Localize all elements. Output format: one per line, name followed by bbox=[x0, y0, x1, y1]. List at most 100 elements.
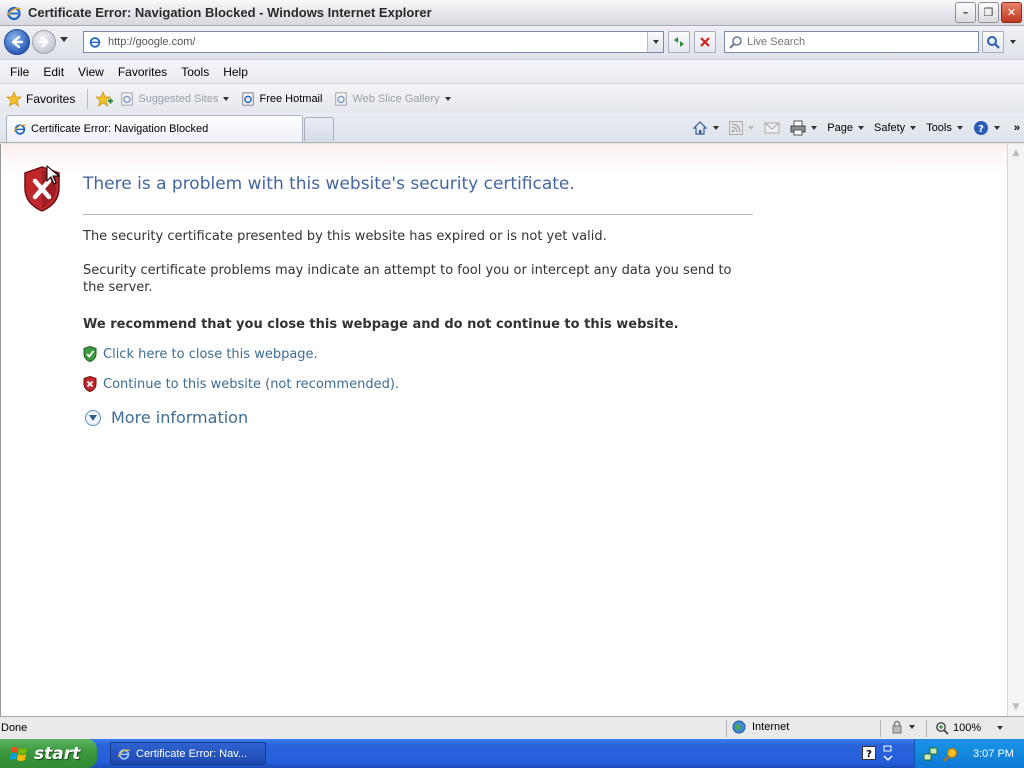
print-button[interactable] bbox=[790, 120, 818, 136]
scroll-down-arrow[interactable]: ▼ bbox=[1011, 702, 1021, 712]
back-button[interactable] bbox=[4, 29, 30, 55]
stop-icon bbox=[700, 37, 710, 47]
address-row bbox=[0, 26, 1024, 59]
zoom-control[interactable]: 100% bbox=[935, 721, 1004, 735]
close-webpage-link-text[interactable]: Click here to close this webpage. bbox=[103, 347, 318, 362]
ie-icon bbox=[6, 6, 22, 20]
close-window-button[interactable]: ✕ bbox=[1001, 2, 1022, 23]
chevron-down-icon bbox=[956, 126, 963, 130]
page-menu-button[interactable]: Page bbox=[827, 122, 864, 134]
red-shield-icon bbox=[83, 376, 97, 392]
status-bar: Done Internet 100% bbox=[0, 716, 1024, 739]
security-zone[interactable]: Internet bbox=[732, 720, 789, 734]
rss-feed-icon bbox=[729, 121, 744, 135]
page-content: There is a problem with this website's s… bbox=[0, 144, 1007, 716]
command-bar: Page Safety Tools ? » bbox=[682, 117, 1020, 139]
menu-view[interactable]: View bbox=[72, 63, 110, 81]
more-commands-button[interactable]: » bbox=[1014, 122, 1020, 134]
url-input[interactable] bbox=[108, 36, 628, 48]
continue-link-text[interactable]: Continue to this website (not recommende… bbox=[103, 377, 399, 392]
read-mail-button[interactable] bbox=[764, 122, 780, 134]
close-webpage-link[interactable]: Click here to close this webpage. bbox=[83, 346, 318, 362]
tools-menu-button[interactable]: Tools bbox=[926, 122, 963, 134]
mail-icon bbox=[764, 122, 780, 134]
chevron-down-icon bbox=[910, 126, 917, 130]
chevron-down-icon bbox=[223, 96, 230, 101]
taskbar-item-ie[interactable]: Certificate Error: Nav... bbox=[110, 742, 266, 765]
menu-help[interactable]: Help bbox=[217, 63, 254, 81]
green-shield-icon bbox=[83, 346, 97, 362]
help-button[interactable]: ? bbox=[973, 120, 1000, 136]
search-box[interactable] bbox=[724, 31, 979, 53]
new-tab-button[interactable] bbox=[304, 117, 334, 141]
scroll-up-arrow[interactable]: ▲ bbox=[1011, 148, 1021, 158]
search-icon bbox=[987, 36, 1000, 49]
restore-button[interactable]: ❐ bbox=[978, 2, 999, 23]
protected-mode-indicator[interactable] bbox=[890, 720, 915, 734]
stop-button[interactable] bbox=[694, 31, 716, 53]
more-information-label: More information bbox=[111, 408, 249, 427]
feeds-button[interactable] bbox=[729, 121, 755, 135]
home-icon bbox=[692, 121, 708, 135]
favorites-button[interactable]: Favorites bbox=[6, 90, 76, 107]
ie-icon bbox=[13, 124, 27, 135]
back-arrow-icon bbox=[11, 35, 24, 49]
windows-logo-icon bbox=[10, 746, 27, 761]
search-options-dropdown[interactable] bbox=[1007, 31, 1019, 53]
favorites-link-suggested-sites[interactable]: Suggested Sites bbox=[120, 91, 230, 106]
zone-label: Internet bbox=[752, 721, 790, 733]
chevron-down-icon bbox=[909, 725, 915, 729]
minimize-button[interactable]: – bbox=[955, 2, 976, 23]
tab-certificate-error[interactable]: Certificate Error: Navigation Blocked bbox=[6, 115, 303, 142]
ie-icon bbox=[117, 748, 131, 760]
forward-button[interactable] bbox=[32, 30, 56, 54]
favorites-link-web-slice-gallery[interactable]: Web Slice Gallery bbox=[334, 91, 451, 106]
chevron-down-icon bbox=[652, 40, 659, 44]
message-paragraph-2: Security certificate problems may indica… bbox=[83, 263, 732, 295]
menu-favorites[interactable]: Favorites bbox=[112, 63, 173, 81]
chevron-down-icon bbox=[997, 726, 1004, 730]
title-bar: Certificate Error: Navigation Blocked - … bbox=[0, 0, 1024, 26]
refresh-icon bbox=[674, 37, 684, 47]
address-bar[interactable] bbox=[83, 31, 664, 53]
mouse-pointer-icon bbox=[46, 165, 60, 185]
add-to-favorites-bar-icon[interactable] bbox=[96, 90, 114, 107]
ie-page-icon bbox=[335, 91, 348, 106]
start-button[interactable]: start bbox=[0, 739, 97, 768]
tools-menu-label: Tools bbox=[926, 122, 952, 134]
recent-pages-dropdown[interactable] bbox=[60, 37, 68, 42]
divider bbox=[83, 214, 753, 215]
zoom-icon bbox=[936, 722, 949, 735]
menu-tools[interactable]: Tools bbox=[175, 63, 215, 81]
more-information-toggle[interactable]: More information bbox=[85, 408, 248, 427]
more-commands-label: » bbox=[1013, 122, 1020, 134]
address-dropdown-button[interactable] bbox=[647, 32, 663, 52]
lock-icon bbox=[892, 720, 902, 734]
menu-bar: File Edit View Favorites Tools Help bbox=[0, 59, 1024, 83]
menu-edit[interactable]: Edit bbox=[37, 63, 70, 81]
start-label: start bbox=[34, 743, 81, 764]
search-tray-icon[interactable] bbox=[943, 746, 959, 762]
refresh-button[interactable] bbox=[668, 31, 690, 53]
home-button[interactable] bbox=[692, 120, 720, 136]
language-bar[interactable]: ? bbox=[862, 744, 894, 762]
favorites-link-free-hotmail[interactable]: Free Hotmail bbox=[241, 91, 322, 106]
search-input[interactable] bbox=[747, 36, 967, 48]
star-icon bbox=[6, 90, 22, 107]
ie-page-icon bbox=[242, 91, 255, 106]
taskbar-item-label: Certificate Error: Nav... bbox=[136, 747, 248, 760]
search-button[interactable] bbox=[982, 31, 1004, 53]
chevron-down-icon bbox=[713, 126, 720, 130]
safety-menu-button[interactable]: Safety bbox=[874, 122, 917, 134]
chevron-down-icon bbox=[811, 126, 818, 130]
status-text: Done bbox=[1, 722, 28, 734]
network-icon[interactable] bbox=[923, 746, 939, 762]
favorites-label: Favorites bbox=[26, 91, 76, 106]
clock: 3:07 PM bbox=[973, 747, 1014, 760]
printer-icon bbox=[790, 120, 806, 136]
svg-text:?: ? bbox=[978, 124, 984, 135]
tab-row: Certificate Error: Navigation Blocked Pa… bbox=[0, 113, 1024, 143]
continue-to-website-link[interactable]: Continue to this website (not recommende… bbox=[83, 376, 399, 392]
vertical-scrollbar[interactable]: ▲ ▼ bbox=[1007, 144, 1024, 716]
menu-file[interactable]: File bbox=[4, 63, 35, 81]
